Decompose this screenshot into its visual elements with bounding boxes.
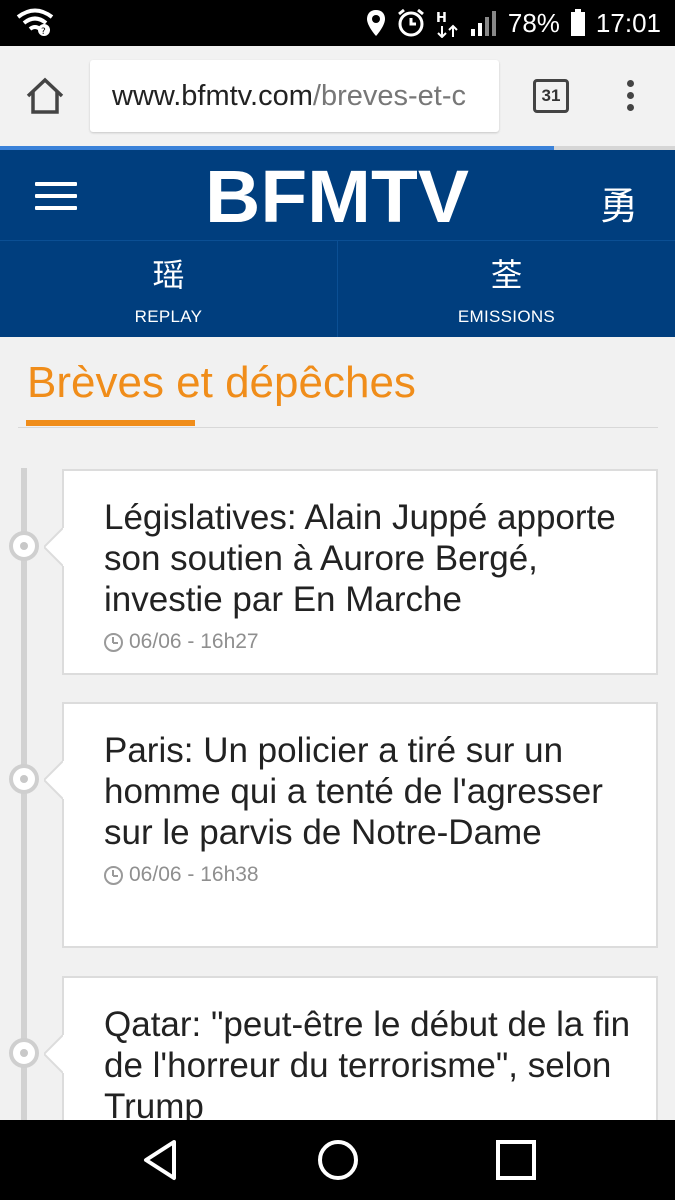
article-title[interactable]: Qatar: "peut-être le début de la fin de …: [104, 1004, 636, 1127]
url-path: /breves-et-c: [312, 80, 466, 112]
overflow-menu-icon[interactable]: [620, 80, 640, 116]
divider: [18, 427, 658, 428]
signal-icon: [470, 9, 498, 37]
recents-icon[interactable]: [494, 1138, 538, 1182]
hamburger-menu-icon[interactable]: [35, 182, 77, 210]
bfmtv-logo[interactable]: BFMTV: [203, 155, 471, 238]
site-header: BFMTV 勇: [0, 150, 675, 240]
tab-switcher-button[interactable]: 31: [533, 79, 569, 113]
back-icon[interactable]: [140, 1138, 180, 1182]
replay-icon: 瑶: [152, 257, 185, 293]
location-icon: [366, 9, 386, 37]
sub-navigation: 瑶 REPLAY 荃 EMISSIONS: [0, 240, 675, 337]
browser-toolbar: www.bfmtv.com/breves-et-c 31: [0, 46, 675, 146]
alarm-icon: [396, 8, 426, 38]
svg-text:?: ?: [41, 27, 46, 36]
article-card[interactable]: Législatives: Alain Juppé apporte son so…: [44, 469, 658, 675]
title-underline: [26, 420, 195, 426]
url-bar[interactable]: www.bfmtv.com/breves-et-c: [90, 60, 499, 132]
battery-percent: 78%: [507, 7, 560, 38]
timeline-line: [21, 468, 27, 1120]
clock-time: 17:01: [595, 7, 661, 38]
home-nav-icon[interactable]: [316, 1138, 360, 1182]
emissions-icon: 荃: [490, 257, 523, 293]
nav-replay-label: REPLAY: [134, 307, 203, 326]
clock-icon: [104, 632, 123, 652]
url-host: www.bfmtv.com: [112, 80, 313, 112]
wifi-icon: ?: [16, 8, 54, 36]
article-title[interactable]: Paris: Un policier a tiré sur un homme q…: [104, 730, 636, 853]
timeline-dot: [9, 1038, 39, 1068]
article-card[interactable]: Paris: Un policier a tiré sur un homme q…: [44, 702, 658, 948]
svg-text:BFMTV: BFMTV: [205, 162, 469, 228]
svg-text:H: H: [436, 11, 447, 26]
clock-icon: [104, 865, 123, 885]
system-nav-bar: [0, 1120, 675, 1200]
status-bar: ? H 78% 17:01: [0, 0, 675, 46]
article-card[interactable]: Qatar: "peut-être le début de la fin de …: [44, 976, 658, 1136]
nav-emissions-label: EMISSIONS: [457, 307, 556, 326]
battery-icon: [570, 9, 586, 37]
article-title[interactable]: Législatives: Alain Juppé apporte son so…: [104, 497, 636, 620]
nav-replay[interactable]: 瑶 REPLAY: [0, 241, 337, 337]
page-title: Brèves et dépêches: [27, 358, 416, 407]
nav-emissions[interactable]: 荃 EMISSIONS: [337, 241, 675, 337]
data-transfer-icon: H: [436, 8, 460, 38]
article-timestamp: 06/06 - 16h38: [104, 863, 636, 887]
timeline-dot: [9, 764, 39, 794]
user-icon[interactable]: 勇: [600, 175, 638, 230]
article-timestamp: 06/06 - 16h27: [104, 630, 636, 654]
home-icon[interactable]: [24, 76, 66, 116]
timeline-dot: [9, 531, 39, 561]
